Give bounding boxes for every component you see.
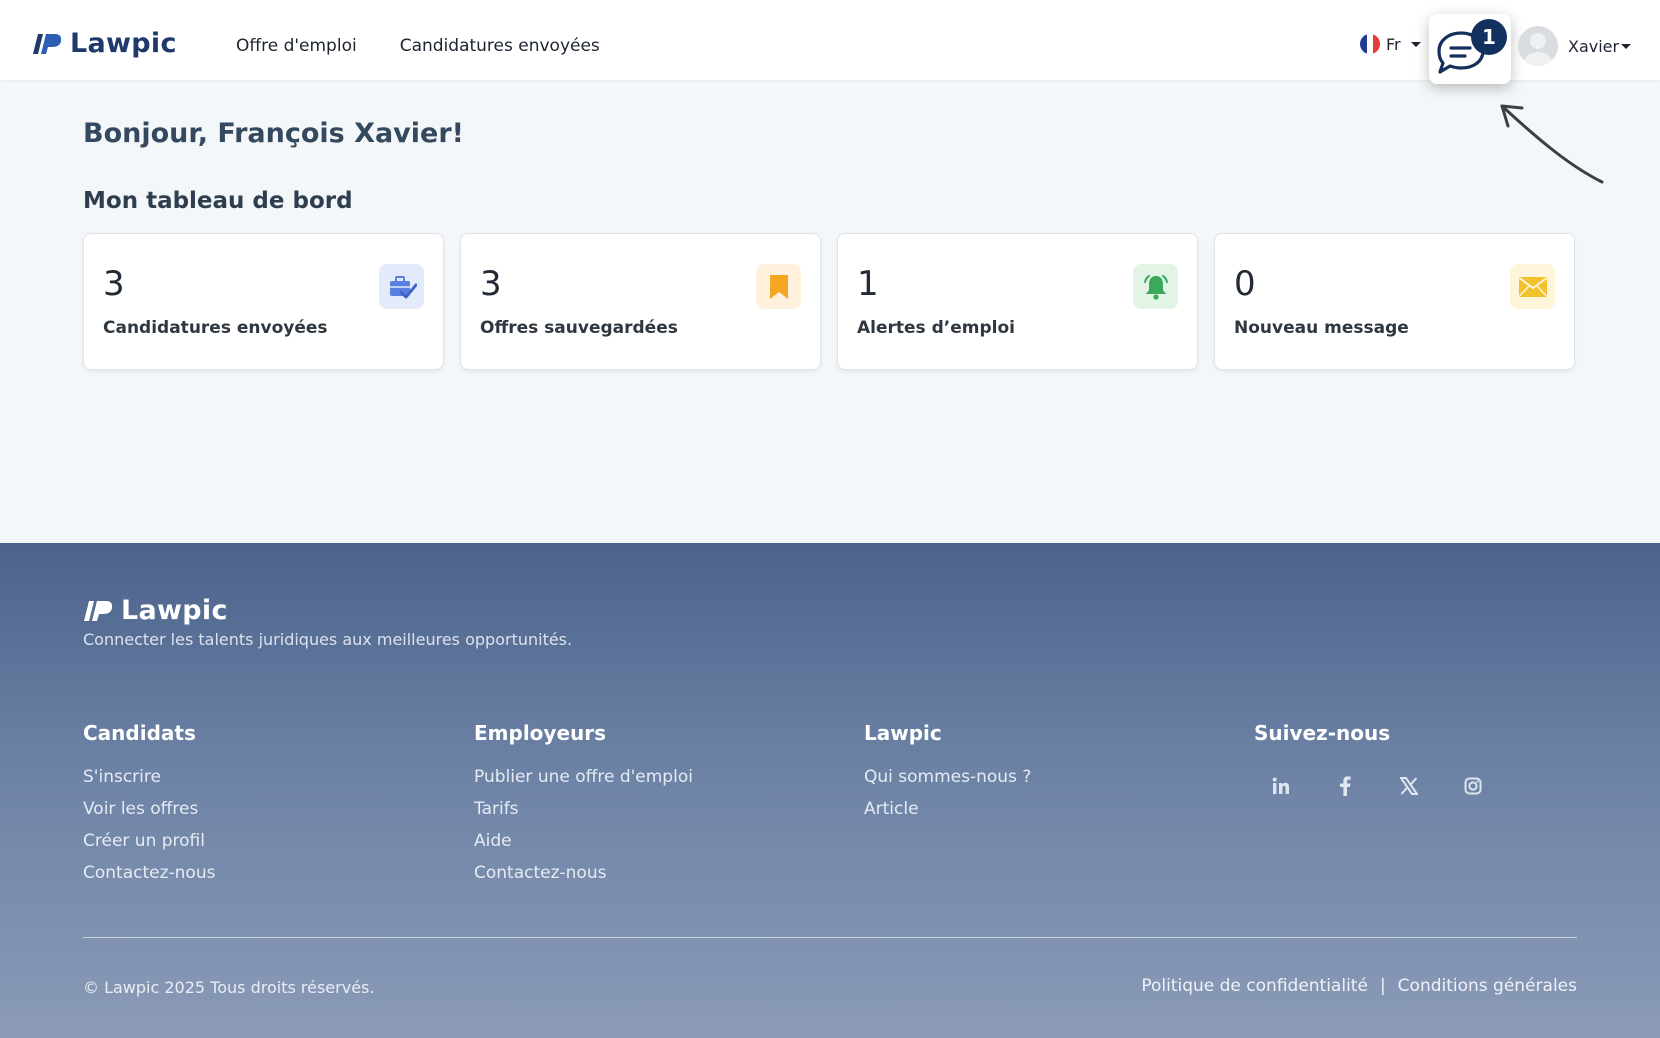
bookmark-icon [756,264,801,309]
card-label: Offres sauvegardées [480,318,678,338]
card-value: 1 [857,264,879,304]
footer-brand-logo[interactable]: Lawpic [83,595,228,626]
france-flag-icon [1360,34,1380,54]
dashboard-title: Mon tableau de bord [83,188,353,214]
footer-col-title: Suivez-nous [1254,721,1391,745]
card-new-messages[interactable]: 0 Nouveau message [1214,233,1575,370]
lawpic-logo-icon [84,600,113,621]
card-label: Nouveau message [1234,318,1409,338]
chevron-down-icon [1410,41,1421,47]
footer-link-contact[interactable]: Contactez-nous [474,863,693,883]
language-selector[interactable]: Fr [1360,34,1421,54]
footer-tagline: Connecter les talents juridiques aux mei… [83,630,573,649]
briefcase-check-icon [379,264,424,309]
footer-col-title: Lawpic [864,721,942,745]
unread-badge: 1 [1471,19,1507,55]
card-job-alerts[interactable]: 1 Alertes d’emploi [837,233,1198,370]
card-label: Candidatures envoyées [103,318,328,338]
user-menu[interactable]: Xavier [1518,26,1632,66]
footer-link-signup[interactable]: S'inscrire [83,767,215,787]
footer-link-pricing[interactable]: Tarifs [474,799,693,819]
linkedin-icon[interactable] [1268,773,1294,799]
footer-brand-name: Lawpic [121,595,228,626]
lawpic-logo-icon [33,33,62,54]
messages-button[interactable]: 1 [1429,14,1511,84]
footer-col-title: Candidats [83,721,196,745]
footer-col-candidates: Candidats S'inscrire Voir les offres Cré… [83,721,215,895]
legal-separator: | [1379,976,1386,996]
card-value: 3 [480,264,502,304]
footer-link-about[interactable]: Qui sommes-nous ? [864,767,1031,787]
brand-name: Lawpic [70,28,177,59]
legal-links: Politique de confidentialité | Condition… [1141,976,1577,996]
footer-link-create-profile[interactable]: Créer un profil [83,831,215,851]
social-links [1268,773,1486,799]
footer: Lawpic Connecter les talents juridiques … [0,543,1660,1038]
greeting-heading: Bonjour, François Xavier! [83,118,464,149]
footer-link-contact[interactable]: Contactez-nous [83,863,215,883]
instagram-icon[interactable] [1460,773,1486,799]
footer-link-help[interactable]: Aide [474,831,693,851]
brand-logo[interactable]: Lawpic [32,28,177,59]
privacy-policy-link[interactable]: Politique de confidentialité [1141,976,1368,996]
user-name: Xavier [1568,36,1620,56]
dashboard-cards: 3 Candidatures envoyées 3 Offres sauvega… [83,233,1575,370]
copyright: © Lawpic 2025 Tous droits réservés. [83,978,375,997]
card-sent-applications[interactable]: 3 Candidatures envoyées [83,233,444,370]
bell-icon [1133,264,1178,309]
nav-job-offers[interactable]: Offre d'emploi [236,36,357,56]
footer-col-employers: Employeurs Publier une offre d'emploi Ta… [474,721,693,895]
footer-link-browse-offers[interactable]: Voir les offres [83,799,215,819]
facebook-icon[interactable] [1332,773,1358,799]
avatar [1518,26,1558,66]
pointer-arrow-annotation [1500,104,1604,184]
terms-link[interactable]: Conditions générales [1398,976,1577,996]
x-twitter-icon[interactable] [1396,773,1422,799]
card-value: 3 [103,264,125,304]
language-label: Fr [1386,34,1401,54]
footer-link-post-job[interactable]: Publier une offre d'emploi [474,767,693,787]
main-nav: Offre d'emploi Candidatures envoyées [236,36,600,56]
chevron-down-icon [1621,43,1632,49]
card-saved-offers[interactable]: 3 Offres sauvegardées [460,233,821,370]
footer-col-follow: Suivez-nous [1254,721,1486,799]
footer-divider [83,937,1577,938]
nav-sent-applications[interactable]: Candidatures envoyées [400,36,600,56]
footer-col-title: Employeurs [474,721,607,745]
top-navbar: Lawpic Offre d'emploi Candidatures envoy… [0,0,1660,84]
footer-link-article[interactable]: Article [864,799,1031,819]
envelope-icon [1510,264,1555,309]
footer-col-lawpic: Lawpic Qui sommes-nous ? Article [864,721,1031,831]
card-value: 0 [1234,264,1256,304]
card-label: Alertes d’emploi [857,318,1015,338]
